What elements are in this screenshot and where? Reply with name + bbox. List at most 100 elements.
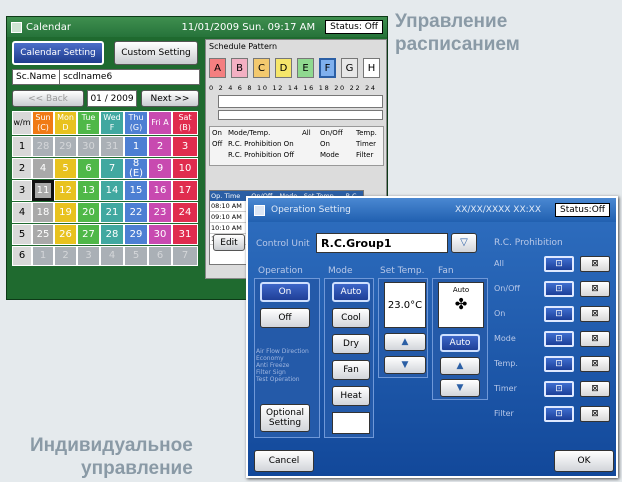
- back-button[interactable]: << Back: [12, 90, 84, 107]
- unlock-icon[interactable]: ⊡: [544, 256, 574, 272]
- on-button[interactable]: On: [260, 282, 310, 302]
- calendar-day-cell[interactable]: 29: [54, 136, 77, 157]
- calendar-day-cell[interactable]: 24: [172, 202, 198, 223]
- calendar-day-cell[interactable]: 5: [54, 158, 77, 179]
- mode-button-dry[interactable]: Dry: [332, 334, 370, 354]
- schedule-pattern-button[interactable]: B: [231, 58, 248, 78]
- schedule-pattern-button[interactable]: H: [363, 58, 380, 78]
- calendar-day-cell[interactable]: 16: [148, 180, 172, 201]
- calendar-day-cell[interactable]: 31: [172, 224, 198, 245]
- misc-settings-list: Air Flow Direction Economy Anti Freeze Filt…: [256, 348, 309, 383]
- calendar-day-cell[interactable]: 6: [77, 158, 100, 179]
- calendar-day-cell[interactable]: 1: [32, 246, 54, 266]
- lock-icon[interactable]: ⊠: [580, 306, 610, 322]
- unlock-icon[interactable]: ⊡: [544, 281, 574, 297]
- calendar-day-cell[interactable]: 15: [124, 180, 148, 201]
- calendar-day-cell[interactable]: 30: [77, 136, 100, 157]
- calendar-day-cell[interactable]: 2: [148, 136, 172, 157]
- calendar-day-cell[interactable]: 20: [77, 202, 100, 223]
- weekday-header: Tue E: [77, 111, 100, 135]
- lock-icon[interactable]: ⊠: [580, 356, 610, 372]
- calendar-day-cell[interactable]: 21: [100, 202, 124, 223]
- legend-on2: On: [320, 140, 330, 148]
- caption-individual-control: Индивидуальное управление: [30, 435, 193, 479]
- schedule-pattern-button[interactable]: C: [253, 58, 270, 78]
- unlock-icon[interactable]: ⊡: [544, 381, 574, 397]
- weekday-header: Sun (C): [32, 111, 54, 135]
- ok-button[interactable]: OK: [554, 450, 614, 472]
- calendar-day-cell[interactable]: 27: [77, 224, 100, 245]
- lock-icon[interactable]: ⊠: [580, 406, 610, 422]
- calendar-day-cell[interactable]: 11: [32, 180, 54, 201]
- fan-down-button[interactable]: ▼: [440, 379, 480, 397]
- unlock-icon[interactable]: ⊡: [544, 356, 574, 372]
- fan-mode-text: Auto: [452, 286, 470, 294]
- operation-datetime: XX/XX/XXXX XX:XX: [455, 205, 541, 215]
- fan-up-button[interactable]: ▲: [440, 357, 480, 375]
- calendar-day-cell[interactable]: 22: [124, 202, 148, 223]
- calendar-day-cell[interactable]: 26: [54, 224, 77, 245]
- misc-setting-item: Anti Freeze: [256, 362, 290, 369]
- calendar-day-cell[interactable]: 29: [124, 224, 148, 245]
- next-button[interactable]: Next >>: [141, 90, 199, 107]
- unlock-icon[interactable]: ⊡: [544, 406, 574, 422]
- table-cell: 08:10 AM: [210, 201, 251, 212]
- mode-button-heat[interactable]: Heat: [332, 386, 370, 406]
- calendar-day-cell[interactable]: 2: [54, 246, 77, 266]
- calendar-day-cell[interactable]: 12: [54, 180, 77, 201]
- calendar-day-cell[interactable]: 8 (E): [124, 158, 148, 179]
- calendar-day-cell[interactable]: 3: [172, 136, 198, 157]
- schedule-pattern-button[interactable]: A: [209, 58, 226, 78]
- calendar-day-cell[interactable]: 3: [77, 246, 100, 266]
- calendar-day-cell[interactable]: 7: [172, 246, 198, 266]
- schedule-pattern-button[interactable]: D: [275, 58, 292, 78]
- calendar-day-cell[interactable]: 28: [32, 136, 54, 157]
- control-unit-dropdown-button[interactable]: ▽: [451, 233, 477, 253]
- temp-down-button[interactable]: ▼: [384, 356, 426, 374]
- calendar-day-cell[interactable]: 19: [54, 202, 77, 223]
- schedule-pattern-button[interactable]: F: [319, 58, 336, 78]
- tab-custom-setting[interactable]: Custom Setting: [114, 41, 198, 65]
- unlock-icon[interactable]: ⊡: [544, 331, 574, 347]
- lock-icon[interactable]: ⊠: [580, 281, 610, 297]
- optional-setting-button[interactable]: Optional Setting: [260, 404, 310, 432]
- lock-icon[interactable]: ⊠: [580, 331, 610, 347]
- calendar-day-cell[interactable]: 6: [148, 246, 172, 266]
- lock-icon[interactable]: ⊠: [580, 256, 610, 272]
- calendar-day-cell[interactable]: 7: [100, 158, 124, 179]
- tab-calendar-setting[interactable]: Calendar Setting: [12, 41, 104, 65]
- scname-input[interactable]: scdlname6: [59, 70, 199, 84]
- calendar-day-cell[interactable]: 18: [32, 202, 54, 223]
- legend-temp: Temp.: [356, 129, 377, 137]
- rc-prohibition-label-6: Filter: [494, 409, 514, 418]
- calendar-day-cell[interactable]: 23: [148, 202, 172, 223]
- fan-auto-button[interactable]: Auto: [440, 334, 480, 352]
- calendar-day-cell[interactable]: 13: [77, 180, 100, 201]
- calendar-day-cell[interactable]: 28: [100, 224, 124, 245]
- unlock-icon[interactable]: ⊡: [544, 306, 574, 322]
- control-unit-field[interactable]: R.C.Group1: [316, 233, 448, 253]
- calendar-day-cell[interactable]: 14: [100, 180, 124, 201]
- temp-up-button[interactable]: ▲: [384, 333, 426, 351]
- calendar-day-cell[interactable]: 9: [148, 158, 172, 179]
- hour-scale: 0 2 4 6 8 10 12 14 16 18 20 22 24: [209, 84, 377, 92]
- calendar-day-cell[interactable]: 10: [172, 158, 198, 179]
- calendar-day-cell[interactable]: 1: [124, 136, 148, 157]
- calendar-day-cell[interactable]: 30: [148, 224, 172, 245]
- schedule-pattern-button[interactable]: E: [297, 58, 314, 78]
- calendar-day-cell[interactable]: 31: [100, 136, 124, 157]
- cancel-button[interactable]: Cancel: [254, 450, 314, 472]
- rc-prohibition-label-4: Temp.: [494, 359, 518, 368]
- mode-button-auto[interactable]: Auto: [332, 282, 370, 302]
- lock-icon[interactable]: ⊠: [580, 381, 610, 397]
- calendar-day-cell[interactable]: 4: [100, 246, 124, 266]
- mode-button-cool[interactable]: Cool: [332, 308, 370, 328]
- mode-button-fan[interactable]: Fan: [332, 360, 370, 380]
- schedule-pattern-button[interactable]: G: [341, 58, 358, 78]
- calendar-day-cell[interactable]: 17: [172, 180, 198, 201]
- edit-button[interactable]: Edit: [213, 234, 245, 251]
- calendar-day-cell[interactable]: 5: [124, 246, 148, 266]
- calendar-day-cell[interactable]: 25: [32, 224, 54, 245]
- off-button[interactable]: Off: [260, 308, 310, 328]
- calendar-day-cell[interactable]: 4: [32, 158, 54, 179]
